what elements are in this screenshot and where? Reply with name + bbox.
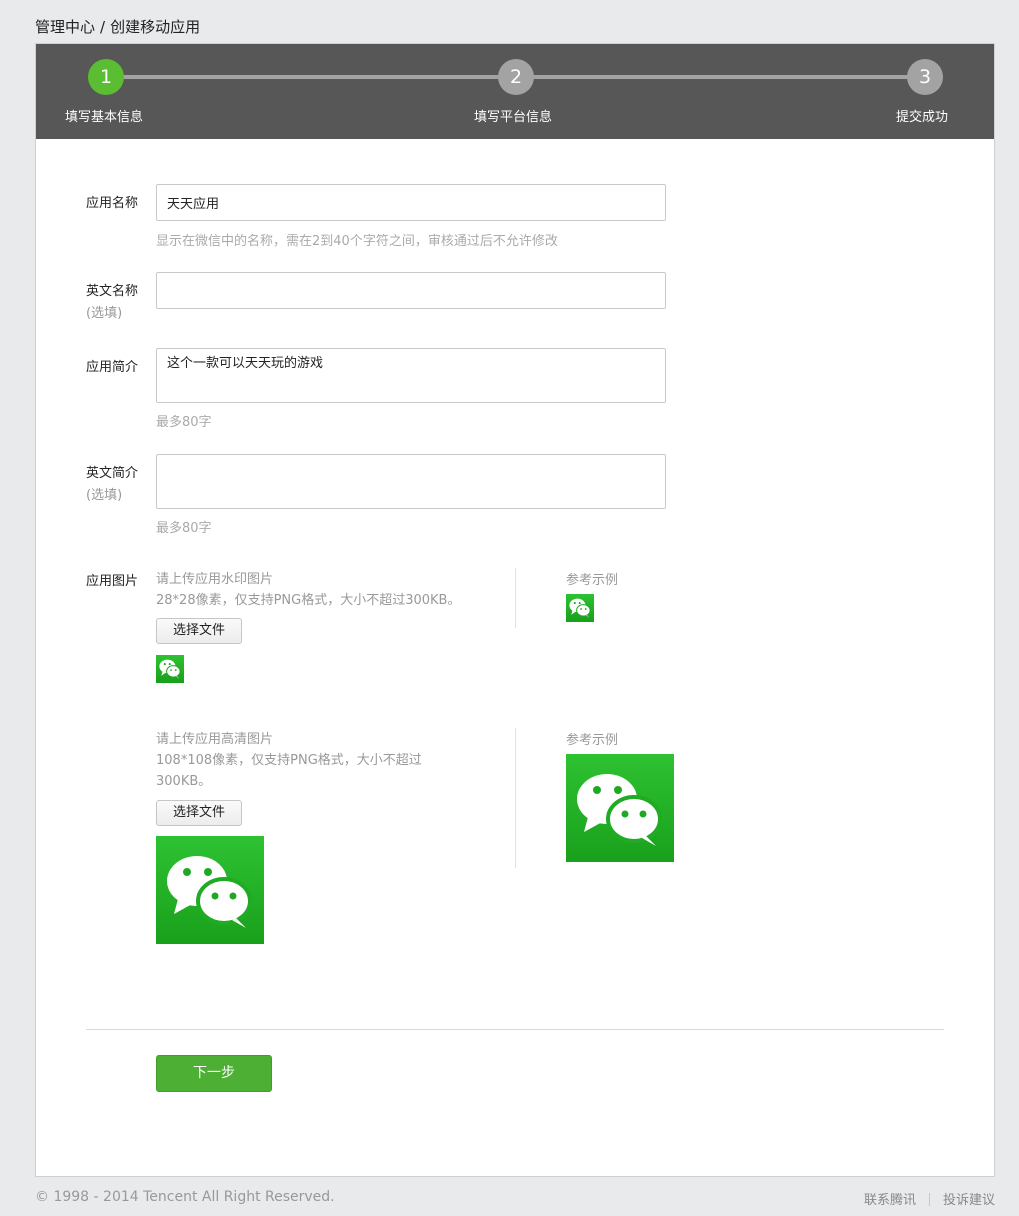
upload-section-divider xyxy=(515,728,516,868)
wechat-icon xyxy=(156,836,264,944)
app-intro-textarea[interactable] xyxy=(156,348,666,403)
contact-tencent-link[interactable]: 联系腾讯 xyxy=(864,1193,916,1208)
app-images-label: 应用图片 xyxy=(86,574,139,589)
watermark-choose-file-button[interactable]: 选择文件 xyxy=(156,618,242,644)
app-intro-hint: 最多80字 xyxy=(156,415,212,430)
hd-upload-title: 请上传应用高清图片 xyxy=(156,732,274,747)
form-footer-divider xyxy=(86,1029,944,1030)
step-3-circle: 3 xyxy=(907,59,943,95)
step-3-label: 提交成功 xyxy=(896,110,949,125)
english-intro-label: 英文简介 (选填) xyxy=(86,466,139,503)
breadcrumb-root-link[interactable]: 管理中心 xyxy=(35,18,95,36)
breadcrumb-current: 创建移动应用 xyxy=(110,18,201,36)
breadcrumb-separator: / xyxy=(100,18,106,36)
create-app-panel: 1 2 3 填写基本信息 填写平台信息 提交成功 应用名称 显示在微信中的名称，… xyxy=(35,43,995,1177)
hd-choose-file-button[interactable]: 选择文件 xyxy=(156,800,242,826)
step-2-circle: 2 xyxy=(498,59,534,95)
app-name-label: 应用名称 xyxy=(86,196,139,211)
optional-tag: (选填) xyxy=(86,488,123,503)
step-progress-bar: 1 2 3 填写基本信息 填写平台信息 提交成功 xyxy=(36,44,994,139)
watermark-upload-spec: 28*28像素，仅支持PNG格式，大小不超过300KB。 xyxy=(156,593,461,608)
english-intro-hint: 最多80字 xyxy=(156,521,212,536)
watermark-reference-label: 参考示例 xyxy=(566,573,619,588)
upload-section-divider xyxy=(515,568,516,628)
hd-reference-label: 参考示例 xyxy=(566,733,619,748)
step-2-label: 填写平台信息 xyxy=(474,110,553,125)
copyright-text: © 1998 - 2014 Tencent All Right Reserved… xyxy=(35,1189,335,1205)
wechat-icon xyxy=(566,594,594,622)
hd-upload-spec: 108*108像素，仅支持PNG格式，大小不超过300KB。 xyxy=(156,753,422,789)
step-connector-line xyxy=(516,75,926,79)
step-1-circle: 1 xyxy=(88,59,124,95)
feedback-link[interactable]: 投诉建议 xyxy=(943,1193,995,1208)
next-step-button[interactable]: 下一步 xyxy=(156,1055,272,1092)
footer-links: 联系腾讯 投诉建议 xyxy=(864,1189,995,1208)
app-name-input[interactable] xyxy=(156,184,666,221)
hd-upload-info: 请上传应用高清图片 108*108像素，仅支持PNG格式，大小不超过300KB。 xyxy=(156,729,446,792)
watermark-upload-title: 请上传应用水印图片 xyxy=(156,572,274,587)
english-intro-textarea[interactable] xyxy=(156,454,666,509)
english-name-input[interactable] xyxy=(156,272,666,309)
wechat-icon xyxy=(156,655,184,683)
app-name-hint: 显示在微信中的名称，需在2到40个字符之间，审核通过后不允许修改 xyxy=(156,234,558,249)
wechat-icon xyxy=(566,754,674,862)
watermark-upload-info: 请上传应用水印图片 28*28像素，仅支持PNG格式，大小不超过300KB。 xyxy=(156,569,461,611)
app-intro-label: 应用简介 xyxy=(86,360,139,375)
optional-tag: (选填) xyxy=(86,306,123,321)
breadcrumb: 管理中心 / 创建移动应用 xyxy=(35,16,200,37)
footer-divider xyxy=(928,1193,930,1206)
step-1-label: 填写基本信息 xyxy=(65,110,144,125)
english-name-label: 英文名称 (选填) xyxy=(86,284,139,321)
step-connector-line xyxy=(106,75,516,79)
